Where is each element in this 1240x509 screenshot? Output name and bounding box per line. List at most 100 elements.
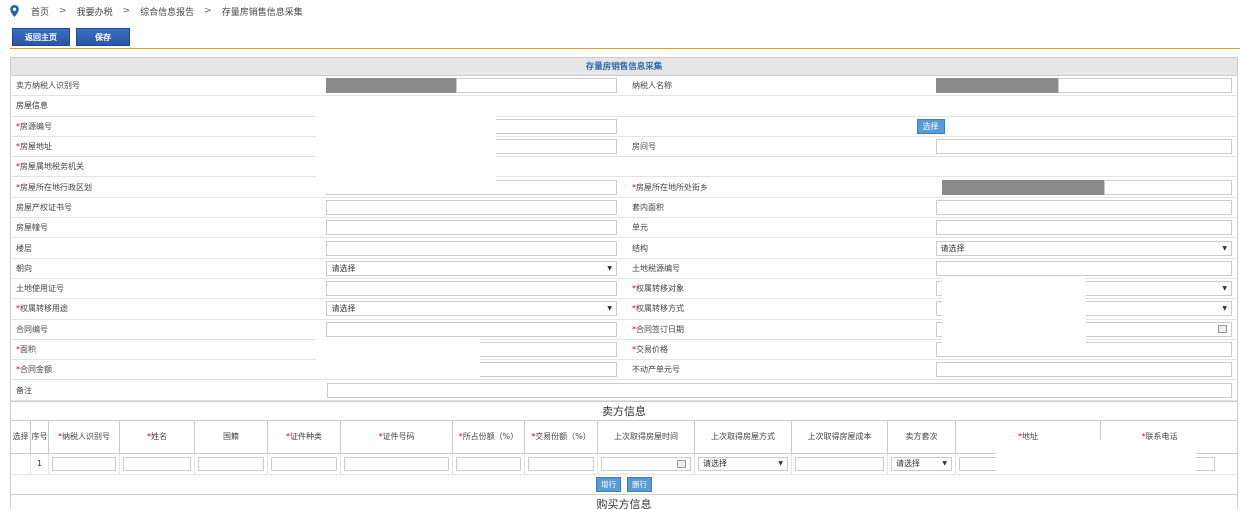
inner-area-field xyxy=(930,198,1238,217)
seller-tax-id-input[interactable] xyxy=(52,456,116,471)
building-no-label: 房屋幢号 xyxy=(16,223,48,233)
label-text: 房屋地址 xyxy=(20,142,52,152)
last-method-select[interactable]: 请选择 ▼ xyxy=(698,456,788,471)
buyer-section-title: 购买方信息 xyxy=(11,493,1237,509)
remark-field xyxy=(318,380,1237,399)
breadcrumb-home[interactable]: 首页 xyxy=(31,5,49,18)
breadcrumb-report[interactable]: 综合信息报告 xyxy=(140,5,194,18)
floor-label: 楼层 xyxy=(16,243,32,253)
toolbar: 返回主页 保存 xyxy=(12,28,130,46)
orientation-select[interactable]: 请选择 ▼ xyxy=(326,260,617,276)
delete-row-button[interactable]: 删行 xyxy=(627,476,652,492)
add-row-button[interactable]: 增行 xyxy=(596,476,621,492)
breadcrumb-tax[interactable]: 我要办税 xyxy=(77,5,113,18)
last-cost-input[interactable] xyxy=(795,456,884,471)
calendar-icon[interactable] xyxy=(677,459,686,468)
times-cell: 请选择 ▼ xyxy=(888,453,956,474)
select-value: 请选择 xyxy=(331,263,356,273)
chevron-down-icon: ▼ xyxy=(607,305,612,313)
form-row: 房屋产权证书号 套内面积 xyxy=(11,198,1238,219)
trade-share-input[interactable] xyxy=(528,456,594,471)
breadcrumb-current: 存量房销售信息采集 xyxy=(221,7,303,18)
last-cost-cell xyxy=(792,453,888,474)
house-info-label: 房屋信息 xyxy=(16,101,48,111)
seller-tax-id-field xyxy=(317,76,624,95)
id-number-input[interactable] xyxy=(344,456,449,471)
calendar-icon[interactable] xyxy=(1218,325,1227,334)
select-value: 请选择 xyxy=(940,243,965,253)
trade-share-cell xyxy=(525,453,598,474)
row-index: 1 xyxy=(31,453,49,474)
building-no-field xyxy=(317,218,624,237)
contract-no-label: 合同编号 xyxy=(16,324,48,334)
redaction-overlay xyxy=(316,338,480,378)
column-header: * 交易份额（%） xyxy=(525,420,598,453)
column-header: 上次取得房屋成本 xyxy=(792,420,888,453)
label-text: 房屋所在地所处街乡 xyxy=(636,182,708,192)
form-row: 楼层 结构 请选择 ▼ xyxy=(11,238,1238,259)
label-text: 面积 xyxy=(20,345,36,354)
row-select-cell[interactable] xyxy=(11,453,31,474)
street-label: * 房屋所在地所处街乡 xyxy=(624,177,930,196)
share-input[interactable] xyxy=(456,456,521,471)
remark-input[interactable] xyxy=(327,382,1232,398)
form-row: * 房屋属地税务机关 xyxy=(11,157,1237,178)
seller-tax-id-input[interactable] xyxy=(456,78,617,94)
column-header: 序号 xyxy=(31,420,49,453)
breadcrumb-separator: > xyxy=(59,6,67,16)
select-cell: 选择 xyxy=(624,117,1237,136)
redacted-block xyxy=(941,179,1104,195)
inner-area-input[interactable] xyxy=(935,199,1232,215)
back-home-button[interactable]: 返回主页 xyxy=(12,28,70,46)
unit-input[interactable] xyxy=(935,220,1232,236)
column-header: * 纳税人识别号 xyxy=(49,420,120,453)
redaction-overlay xyxy=(316,115,496,193)
form-row: 房屋信息 xyxy=(11,96,1237,117)
form-row: 卖方纳税人识别号 纳税人名称 xyxy=(11,76,1237,97)
taxpayer-name-input[interactable] xyxy=(1057,78,1232,94)
cert-no-input[interactable] xyxy=(326,199,617,215)
room-no-input[interactable] xyxy=(935,139,1232,155)
id-type-input[interactable] xyxy=(271,456,337,471)
land-cert-input[interactable] xyxy=(326,281,617,297)
select-value: 请选择 xyxy=(896,459,920,469)
transfer-use-label: * 权属转移用途 xyxy=(11,299,317,318)
times-select[interactable]: 请选择 ▼ xyxy=(891,456,952,471)
column-header: * 姓名 xyxy=(120,420,195,453)
select-value: 请选择 xyxy=(703,459,727,469)
contract-no-field xyxy=(317,320,624,339)
transfer-use-field: 请选择 ▼ xyxy=(317,299,624,318)
chevron-down-icon: ▼ xyxy=(1222,244,1227,252)
transfer-use-select[interactable]: 请选择 ▼ xyxy=(326,301,617,317)
label-text: 交易价格 xyxy=(636,345,668,354)
label-text: 房屋属地税务机关 xyxy=(20,162,84,172)
form-title: 存量房销售信息采集 xyxy=(11,58,1237,76)
select-button[interactable]: 选择 xyxy=(916,118,945,134)
save-button[interactable]: 保存 xyxy=(76,28,130,46)
column-header: 选择 xyxy=(11,420,31,453)
orientation-field: 请选择 ▼ xyxy=(317,259,624,278)
tax-authority-label: * 房屋属地税务机关 xyxy=(11,157,318,176)
last-time-input[interactable] xyxy=(601,456,691,471)
redacted-block xyxy=(326,78,457,94)
property-unit-field xyxy=(930,360,1238,379)
land-source-label: 土地税源编号 xyxy=(632,263,680,273)
structure-field: 请选择 ▼ xyxy=(930,238,1238,257)
building-no-input[interactable] xyxy=(326,220,617,236)
breadcrumb: 首页 > 我要办税 > 综合信息报告 > 存量房销售信息采集 xyxy=(0,0,1240,22)
share-cell xyxy=(453,453,525,474)
floor-input[interactable] xyxy=(326,240,617,256)
inner-area-label: 套内面积 xyxy=(632,202,664,212)
address-label: * 房屋地址 xyxy=(11,137,317,156)
redaction-overlay xyxy=(996,440,1196,474)
column-header-text: 证件种类 xyxy=(290,431,322,441)
contract-no-input[interactable] xyxy=(326,321,617,337)
label-text: 权属转移对象 xyxy=(636,284,684,294)
seller-name-input[interactable] xyxy=(123,456,191,471)
nationality-input[interactable] xyxy=(198,456,264,471)
property-unit-input[interactable] xyxy=(935,362,1232,378)
land-source-input[interactable] xyxy=(935,260,1232,276)
structure-select[interactable]: 请选择 ▼ xyxy=(935,240,1232,256)
street-input[interactable] xyxy=(1103,179,1232,195)
column-header-text: 纳税人识别号 xyxy=(62,431,110,441)
